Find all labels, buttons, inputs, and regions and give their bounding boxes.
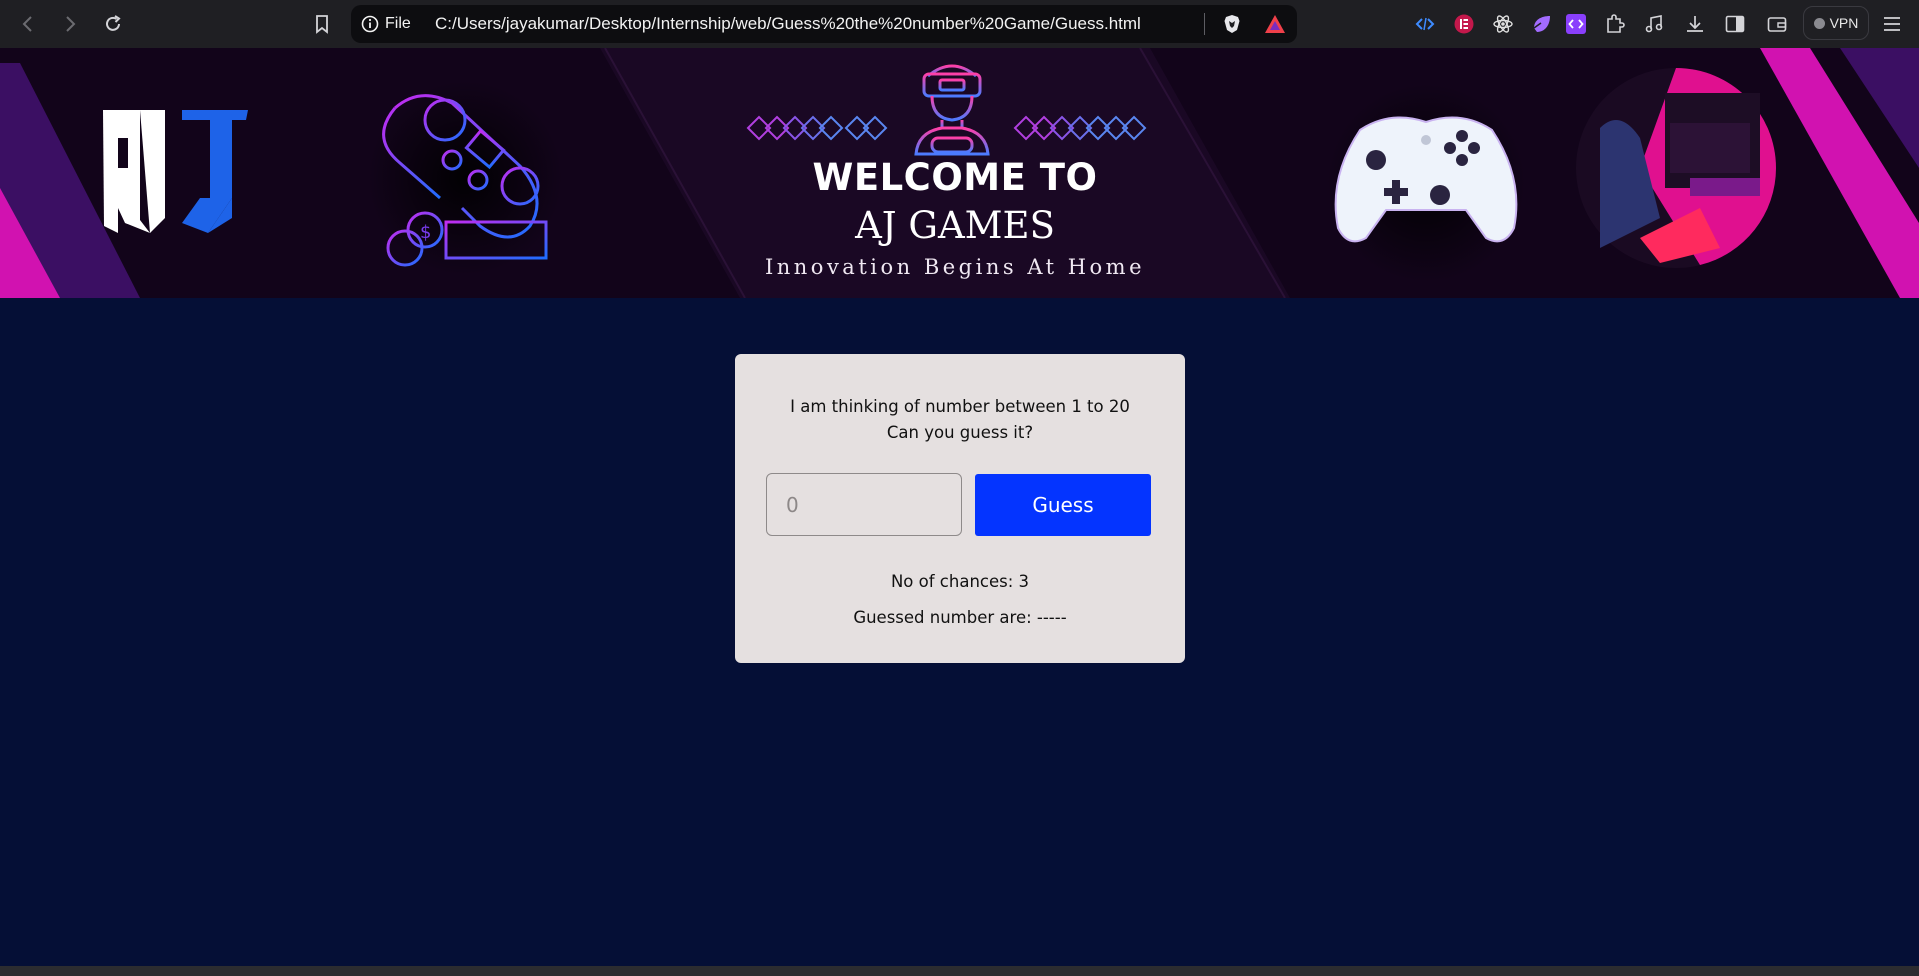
reload-icon [106,15,121,31]
bookmark-button[interactable] [306,8,338,40]
back-button[interactable] [12,8,44,40]
extension-purple-icon [1533,16,1550,32]
url-text[interactable]: C:/Users/jayakumar/Desktop/Internship/we… [435,15,1141,33]
bookmark-icon [316,15,328,34]
download-icon [1687,16,1703,32]
banner-tagline: Innovation Begins At Home [764,255,1146,279]
url-divider [1204,13,1205,35]
main-menu-button[interactable] [1880,12,1904,36]
sidebar-button[interactable] [1723,12,1747,36]
prompt-line-2: Can you guess it? [886,423,1034,442]
guess-button[interactable]: Guess [975,474,1151,536]
address-bar[interactable]: File C:/Users/jayakumar/Desktop/Internsh… [351,5,1297,43]
guess-game-card: I am thinking of number between 1 to 20 … [735,354,1185,663]
brave-rewards-icon[interactable] [1264,14,1286,34]
music-icon [1645,15,1663,33]
gamer-photo [1576,68,1776,268]
extension-red-icon [1454,14,1474,34]
sidebar-icon [1725,15,1745,33]
vpn-button[interactable]: VPN [1803,6,1869,40]
purple-extension-button[interactable] [1530,12,1554,36]
info-icon[interactable] [361,15,379,33]
banner-brand-name: AJ GAMES [855,204,1055,247]
prompt-line-1: I am thinking of number between 1 to 20 [790,397,1130,416]
react-devtools-button[interactable] [1491,12,1515,36]
wallet-button[interactable] [1765,12,1789,36]
url-scheme-label: File [385,15,411,32]
react-devtools-icon [1493,15,1513,33]
back-icon [22,16,32,32]
bottom-edge-strip [0,966,1919,976]
reload-button[interactable] [97,8,129,40]
guess-input[interactable] [766,473,962,536]
media-button[interactable] [1642,12,1666,36]
chances-remaining-text: No of chances: 3 [890,572,1030,591]
red-extension-button[interactable] [1452,12,1476,36]
header-banner: $ WELCOME TO AJ GAMES Innovation Begins … [0,48,1919,298]
extension-code-icon [1566,14,1586,34]
wallet-icon [1767,17,1787,32]
game-prompt: I am thinking of number between 1 to 20 … [735,394,1185,446]
browser-toolbar: File C:/Users/jayakumar/Desktop/Internsh… [0,0,1919,48]
vpn-label: VPN [1829,15,1859,31]
extensions-puzzle-icon [1607,14,1625,33]
forward-button[interactable] [54,8,86,40]
vpn-status-icon [1813,17,1825,29]
menu-icon [1884,17,1900,31]
svg-text:$: $ [420,222,431,243]
extensions-button[interactable] [1603,12,1627,36]
banner-welcome-text: WELCOME TO [812,156,1098,199]
guessed-numbers-text: Guessed number are: ----- [853,608,1067,627]
code-extension-icon [1415,17,1435,31]
forward-icon [66,16,76,32]
code-extension-button[interactable] [1413,12,1437,36]
brave-shields-icon[interactable] [1222,14,1242,34]
code-box-extension-button[interactable] [1564,12,1588,36]
downloads-button[interactable] [1683,12,1707,36]
